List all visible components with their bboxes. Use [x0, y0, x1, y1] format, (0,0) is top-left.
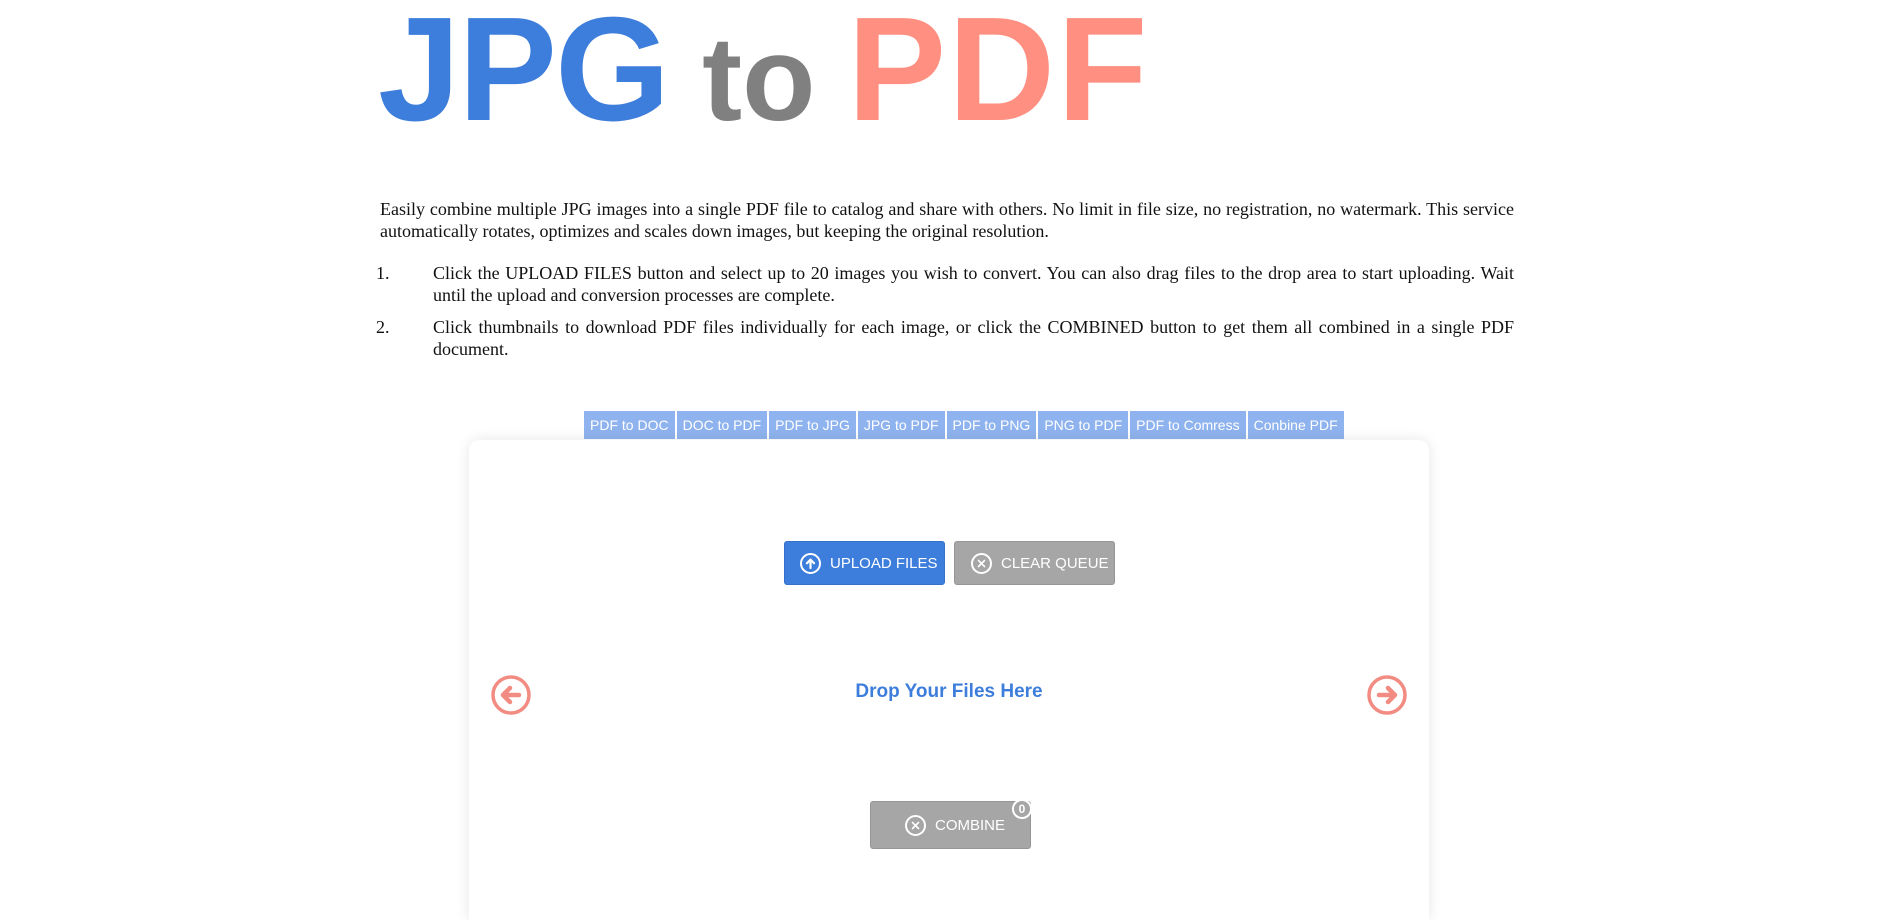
step-number: 2. — [376, 317, 390, 337]
logo-word-jpg: JPG — [378, 0, 670, 152]
combine-label: COMBINE — [935, 816, 1006, 834]
logo-word-pdf: PDF — [847, 0, 1150, 152]
drop-zone-text: Drop Your Files Here — [855, 681, 1043, 702]
combine-count-badge: 0 — [1012, 799, 1032, 819]
converter-tabs: PDF to DOC DOC to PDF PDF to JPG JPG to … — [584, 411, 1344, 439]
step-text: Click the UPLOAD FILES button and select… — [433, 263, 1514, 305]
site-logo: JPG to PDF — [378, 0, 1149, 146]
upload-files-label: UPLOAD FILES — [830, 554, 938, 572]
clear-queue-label: CLEAR QUEUE — [1001, 554, 1109, 572]
tab-jpg-to-pdf[interactable]: JPG to PDF — [857, 411, 945, 439]
tab-pdf-to-png[interactable]: PDF to PNG — [946, 411, 1037, 439]
step-item: 2. Click thumbnails to download PDF file… — [376, 316, 1514, 360]
x-circle-icon — [971, 552, 992, 574]
tab-png-to-pdf[interactable]: PNG to PDF — [1038, 411, 1129, 439]
tab-doc-to-pdf[interactable]: DOC to PDF — [676, 411, 768, 439]
step-number: 1. — [376, 263, 390, 283]
tab-pdf-to-doc[interactable]: PDF to DOC — [584, 411, 675, 439]
step-text: Click thumbnails to download PDF files i… — [433, 317, 1514, 359]
tab-pdf-compress[interactable]: PDF to Comress — [1130, 411, 1246, 439]
tab-combine-pdf[interactable]: Conbine PDF — [1247, 411, 1344, 439]
step-item: 1. Click the UPLOAD FILES button and sel… — [376, 262, 1514, 306]
logo-word-to: to — [702, 12, 816, 146]
upload-panel[interactable]: UPLOAD FILES CLEAR QUEUE Drop Your Files… — [469, 440, 1429, 920]
arrow-up-circle-icon — [800, 552, 821, 574]
combine-button[interactable]: COMBINE 0 — [870, 799, 1032, 849]
tab-pdf-to-jpg[interactable]: PDF to JPG — [769, 411, 856, 439]
instruction-steps: 1. Click the UPLOAD FILES button and sel… — [376, 262, 1514, 370]
clear-queue-button[interactable]: CLEAR QUEUE — [954, 541, 1115, 585]
upload-files-button[interactable]: UPLOAD FILES — [784, 541, 945, 585]
x-circle-icon — [905, 814, 926, 836]
arrow-right-circle-icon[interactable] — [1366, 674, 1408, 716]
intro-paragraph: Easily combine multiple JPG images into … — [380, 199, 1514, 241]
